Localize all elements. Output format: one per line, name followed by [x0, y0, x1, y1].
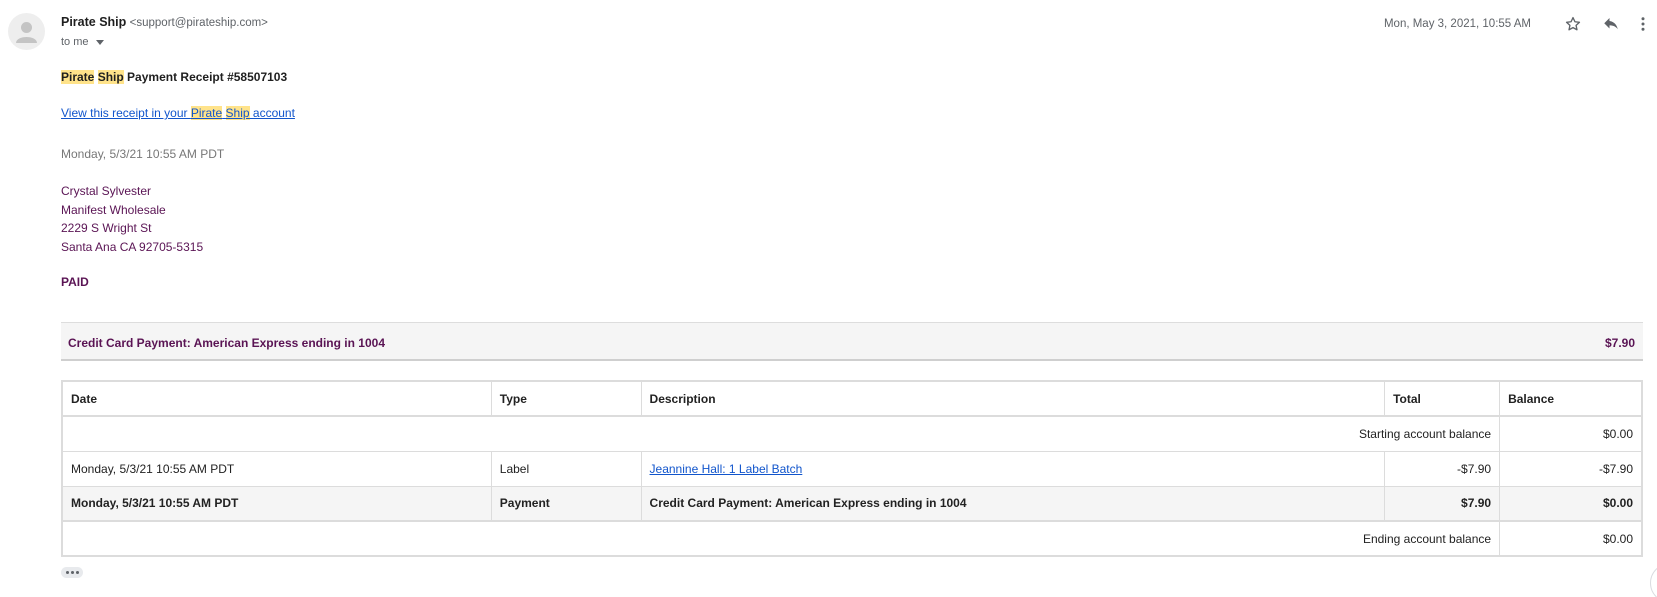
row-type: Payment: [490, 485, 642, 522]
row-type: Label: [490, 450, 642, 487]
show-trimmed-content-button[interactable]: [61, 567, 83, 578]
link-highlight: Ship: [225, 106, 250, 120]
column-header-balance: Balance: [1499, 380, 1643, 417]
row-description: Credit Card Payment: American Express en…: [640, 485, 1386, 522]
paid-status: PAID: [61, 275, 89, 289]
link-highlight: Pirate: [190, 106, 223, 120]
receipt-subject: Pirate Ship Payment Receipt #58507103: [61, 70, 1643, 84]
person-icon: [16, 22, 37, 43]
billing-address: Crystal Sylvester Manifest Wholesale 222…: [61, 182, 203, 256]
payment-method-label: Credit Card Payment: American Express en…: [68, 336, 385, 350]
column-header-date: Date: [61, 380, 492, 417]
email-date: Mon, May 3, 2021, 10:55 AM: [1383, 18, 1531, 30]
column-header-type: Type: [490, 380, 642, 417]
caret-down-icon[interactable]: [95, 39, 104, 45]
ending-balance-label: Ending account balance: [61, 520, 1501, 557]
subject-text: Payment Receipt #58507103: [127, 70, 288, 84]
link-text: View this receipt in your: [61, 106, 191, 120]
ellipsis-dot: [75, 571, 79, 574]
more-vert-icon[interactable]: [1633, 14, 1653, 34]
subject-highlight: Pirate: [61, 70, 95, 84]
row-total: -$7.90: [1384, 450, 1501, 487]
ending-balance-row: Ending account balance $0.00: [61, 520, 1643, 557]
floating-action-button[interactable]: [1650, 563, 1657, 597]
email-body: Pirate Ship Payment Receipt #58507103 Vi…: [61, 70, 1643, 557]
address-line: Santa Ana CA 92705-5315: [61, 239, 204, 254]
avatar[interactable]: [8, 13, 45, 50]
reply-icon[interactable]: [1601, 14, 1621, 34]
payment-amount: $7.90: [1604, 336, 1635, 350]
label-batch-link[interactable]: Jeannine Hall: 1 Label Batch: [650, 462, 803, 476]
starting-balance-label: Starting account balance: [61, 415, 1501, 452]
subject-highlight: Ship: [97, 70, 124, 84]
view-receipt-link[interactable]: View this receipt in your Pirate Ship ac…: [61, 106, 295, 120]
table-header-row: Date Type Description Total Balance: [61, 380, 1643, 417]
starting-balance-row: Starting account balance $0.00: [61, 415, 1643, 452]
row-balance: -$7.90: [1499, 450, 1643, 487]
link-text: account: [249, 106, 295, 120]
column-header-total: Total: [1384, 380, 1501, 417]
ellipsis-icon: [65, 571, 69, 574]
row-total: $7.90: [1384, 485, 1501, 522]
payment-summary: Credit Card Payment: American Express en…: [61, 322, 1643, 361]
ledger-table: Date Type Description Total Balance Star…: [61, 380, 1643, 557]
recipient-details-toggle[interactable]: to me: [61, 36, 104, 48]
row-description: Jeannine Hall: 1 Label Batch: [640, 450, 1386, 487]
table-row: Monday, 5/3/21 10:55 AM PDT Label Jeanni…: [61, 450, 1643, 487]
row-balance: $0.00: [1499, 485, 1643, 522]
table-row: Monday, 5/3/21 10:55 AM PDT Payment Cred…: [61, 485, 1643, 522]
receipt-date: Monday, 5/3/21 10:55 AM PDT: [61, 147, 225, 161]
star-icon[interactable]: [1563, 14, 1583, 34]
ellipsis-dot: [70, 571, 74, 574]
sender-email: <support@pirateship.com>: [129, 17, 268, 29]
column-header-description: Description: [640, 380, 1386, 417]
row-date: Monday, 5/3/21 10:55 AM PDT: [61, 485, 492, 522]
recipient-label: to me: [61, 36, 89, 48]
starting-balance-value: $0.00: [1499, 415, 1643, 452]
sender-name[interactable]: Pirate Ship: [61, 15, 126, 29]
sender-line: Pirate Ship <support@pirateship.com>: [61, 15, 268, 29]
row-date: Monday, 5/3/21 10:55 AM PDT: [61, 450, 492, 487]
address-line: Manifest Wholesale: [61, 202, 166, 217]
ending-balance-value: $0.00: [1499, 520, 1643, 557]
address-line: Crystal Sylvester: [61, 184, 152, 198]
address-line: 2229 S Wright St: [61, 221, 152, 235]
